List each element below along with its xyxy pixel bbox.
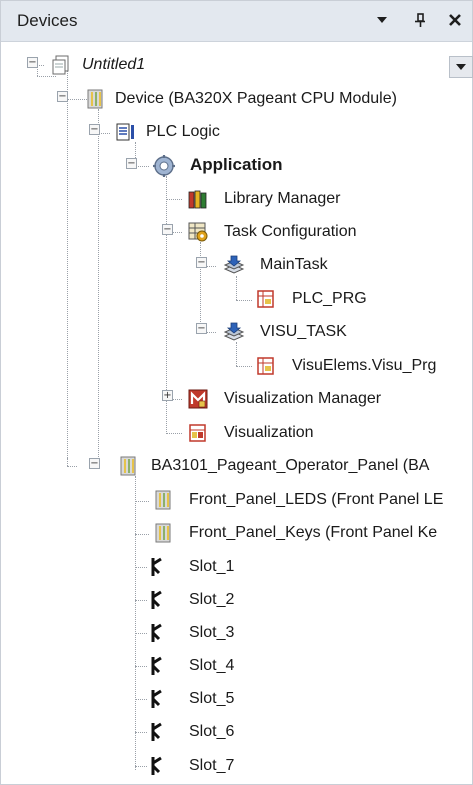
task-config-icon xyxy=(187,221,209,243)
tree-item-plc-logic[interactable]: PLC Logic xyxy=(146,121,220,143)
slot-icon xyxy=(147,622,169,644)
collapse-visu-task-toggle[interactable]: − xyxy=(196,323,207,334)
tree-item-device[interactable]: Device (BA320X Pageant CPU Module) xyxy=(115,88,397,110)
tree-item-slot-2[interactable]: Slot_2 xyxy=(189,589,234,611)
triangle-down-icon xyxy=(377,17,387,23)
tree-item-slot-4[interactable]: Slot_4 xyxy=(189,655,234,677)
tree-item-plc-prg[interactable]: PLC_PRG xyxy=(292,288,367,310)
panel-menu-button[interactable] xyxy=(371,7,393,33)
task-icon xyxy=(222,321,245,343)
device-tree: − Untitled1 − Device (BA320X Pageant CPU… xyxy=(0,42,473,783)
tree-item-front-panel-leds[interactable]: Front_Panel_LEDS (Front Panel LE xyxy=(189,489,443,511)
visu-manager-icon xyxy=(187,388,209,410)
collapse-application-toggle[interactable]: − xyxy=(126,158,137,169)
task-icon xyxy=(222,254,245,276)
tree-item-visuelems-visu-prg[interactable]: VisuElems.Visu_Prg xyxy=(292,355,436,377)
slot-icon xyxy=(147,556,169,578)
slot-icon xyxy=(147,721,169,743)
slot-icon xyxy=(147,655,169,677)
slot-icon xyxy=(147,589,169,611)
tree-item-visu-task[interactable]: VISU_TASK xyxy=(260,321,347,343)
collapse-maintask-toggle[interactable]: − xyxy=(196,257,207,268)
tree-item-slot-6[interactable]: Slot_6 xyxy=(189,721,234,743)
tree-item-maintask[interactable]: MainTask xyxy=(260,254,328,276)
collapse-root-toggle[interactable]: − xyxy=(27,57,38,68)
pin-icon xyxy=(415,13,425,27)
slot-icon xyxy=(147,688,169,710)
program-icon xyxy=(255,355,277,377)
tree-item-visualization-manager[interactable]: Visualization Manager xyxy=(224,388,381,410)
books-icon xyxy=(187,188,209,210)
device-icon xyxy=(84,88,106,110)
close-button[interactable] xyxy=(444,7,466,33)
close-icon xyxy=(449,14,461,26)
tree-item-slot-1[interactable]: Slot_1 xyxy=(189,556,234,578)
panel-title: Devices xyxy=(17,11,78,30)
tree-item-slot-7[interactable]: Slot_7 xyxy=(189,755,234,777)
slot-icon xyxy=(147,755,169,777)
tree-item-slot-3[interactable]: Slot_3 xyxy=(189,622,234,644)
collapse-device-toggle[interactable]: − xyxy=(57,91,68,102)
tree-item-application[interactable]: Application xyxy=(190,154,283,176)
device-icon xyxy=(152,489,174,511)
collapse-task-configuration-toggle[interactable]: − xyxy=(162,224,173,235)
tree-item-visualization[interactable]: Visualization xyxy=(224,422,314,444)
tree-item-task-configuration[interactable]: Task Configuration xyxy=(224,221,357,243)
panel-title-bar: Devices xyxy=(1,1,472,42)
tree-item-operator-panel[interactable]: BA3101_Pageant_Operator_Panel (BA xyxy=(151,455,429,477)
tree-item-slot-5[interactable]: Slot_5 xyxy=(189,688,234,710)
device-icon xyxy=(152,522,174,544)
project-file-icon xyxy=(51,54,73,76)
collapse-plc-logic-toggle[interactable]: − xyxy=(89,124,100,135)
pin-button[interactable] xyxy=(409,7,431,33)
visualization-icon xyxy=(187,422,209,444)
device-icon xyxy=(117,455,139,477)
tree-item-front-panel-keys[interactable]: Front_Panel_Keys (Front Panel Ke xyxy=(189,522,437,544)
program-icon xyxy=(255,288,277,310)
collapse-operator-panel-toggle[interactable]: − xyxy=(89,458,100,469)
gear-icon xyxy=(152,154,175,177)
tree-item-untitled1[interactable]: Untitled1 xyxy=(82,54,145,76)
tree-item-library-manager[interactable]: Library Manager xyxy=(224,188,341,210)
plc-logic-icon xyxy=(115,121,137,143)
expand-visualization-manager-toggle[interactable]: + xyxy=(162,390,173,401)
